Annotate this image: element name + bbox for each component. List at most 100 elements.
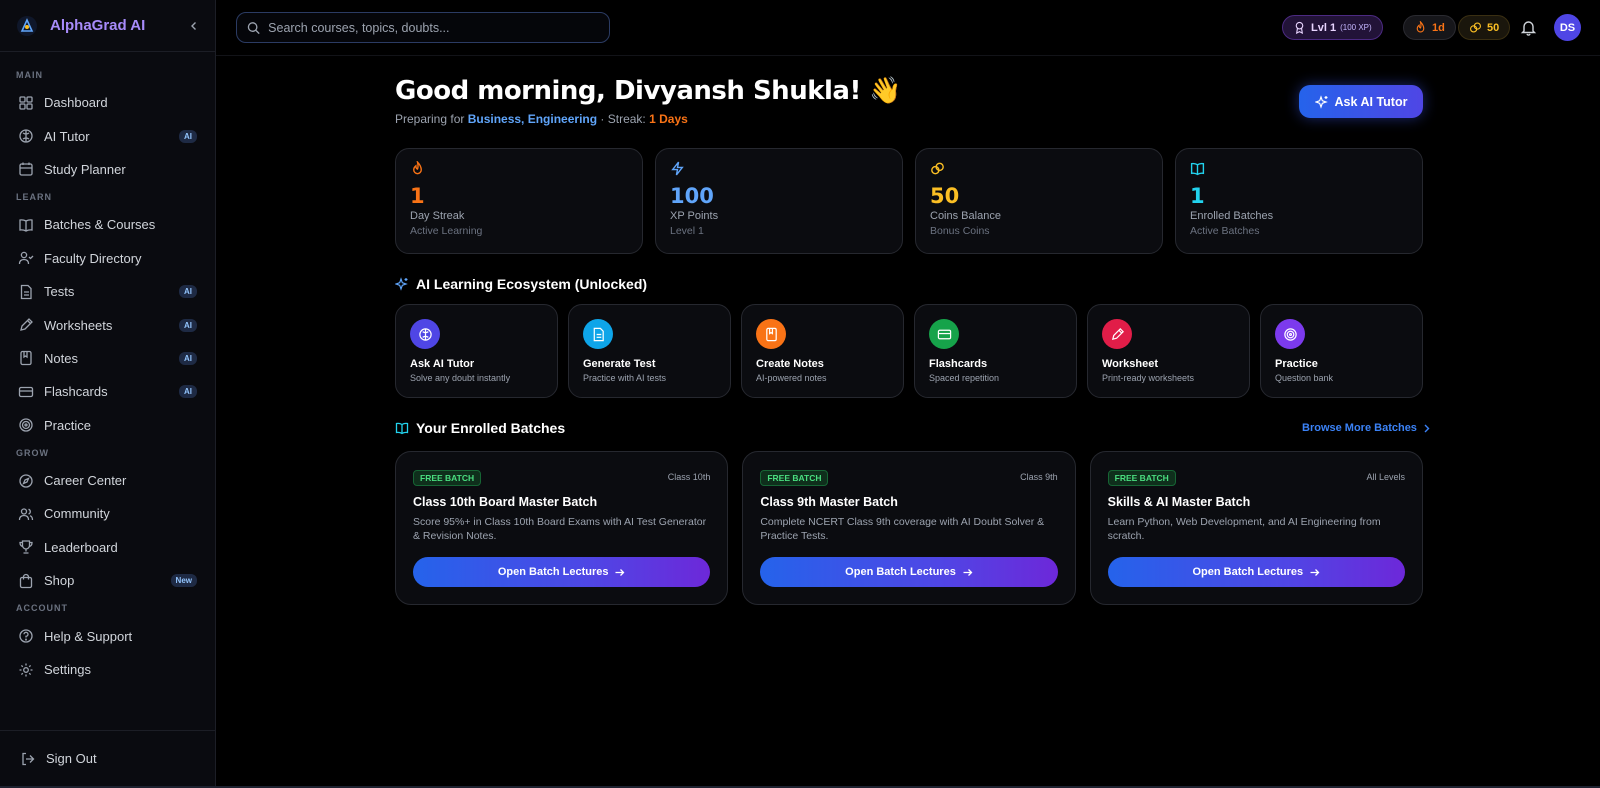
coins-badge[interactable]: 50 [1458,15,1511,40]
tool-title: Ask AI Tutor [410,358,475,370]
browse-label: Browse More Batches [1302,422,1417,434]
bell-icon[interactable] [1520,19,1537,36]
browse-more-batches-link[interactable]: Browse More Batches [1302,422,1432,434]
open-batch-lectures-button[interactable]: Open Batch Lectures [413,557,711,587]
sidebar-item-leaderboard[interactable]: Leaderboard [0,531,215,564]
sidebar-item-label: Dashboard [44,95,108,111]
stat-label: Day Streak [410,210,465,222]
sidebar-item-batches[interactable]: Batches & Courses [0,208,215,241]
coins-value: 50 [1487,21,1500,34]
greeting-subtitle: Preparing for Business, Engineering · St… [395,112,688,126]
sign-out-label: Sign Out [46,751,97,766]
level-badge[interactable]: Lvl 1 (100 XP) [1282,15,1383,40]
stat-value: 100 [670,184,714,208]
sidebar-item-shop[interactable]: Shop New [0,564,215,597]
sidebar-item-label: Leaderboard [44,539,118,555]
tool-title: Practice [1275,358,1318,370]
open-batch-lectures-button[interactable]: Open Batch Lectures [760,557,1058,587]
sidebar-item-study-planner[interactable]: Study Planner [0,153,215,186]
tool-card-worksheet[interactable]: Worksheet Print-ready worksheets [1087,304,1250,398]
tool-icon-circle [929,319,959,349]
tool-desc: Practice with AI tests [583,373,667,383]
ask-ai-tutor-button[interactable]: Ask AI Tutor [1299,85,1423,118]
sidebar-item-label: Practice [44,417,91,433]
arrow-right-icon [615,568,625,576]
sidebar-item-label: Community [44,506,110,522]
stat-sub: Level 1 [670,225,704,237]
sidebar-item-dashboard[interactable]: Dashboard [0,86,215,119]
open-batch-lectures-button[interactable]: Open Batch Lectures [1107,557,1405,587]
batches-row: FREE BATCH Class 10th Class 10th Board M… [395,451,1423,605]
tool-icon-circle [1102,319,1132,349]
sidebar-item-career[interactable]: Career Center [0,464,215,497]
stat-sub: Active Learning [410,225,483,237]
tool-card-practice[interactable]: Practice Question bank [1260,304,1423,398]
search-icon [247,21,260,34]
sidebar-item-label: Tests [44,284,75,300]
stat-label: Enrolled Batches [1190,210,1274,222]
preparing-prefix: Preparing for [395,112,468,126]
stat-value: 50 [930,184,960,208]
open-book-icon [395,422,409,435]
sparkles-icon [1314,94,1328,109]
coins-icon [1470,22,1481,33]
ai-badge: AI [179,385,197,399]
open-book-icon [19,219,33,232]
ai-badge: AI [179,318,197,332]
open-button-label: Open Batch Lectures [497,566,609,578]
ai-badge: AI [179,129,197,143]
grid-icon [19,96,33,110]
sidebar-item-settings[interactable]: Settings [0,653,215,686]
tool-card-generate-test[interactable]: Generate Test Practice with AI tests [568,304,731,398]
batches-heading: Your Enrolled Batches [395,420,565,436]
streak-badge[interactable]: 1d [1403,15,1456,40]
tool-card-create-notes[interactable]: Create Notes AI-powered notes [741,304,904,398]
sidebar-item-label: Settings [44,662,91,678]
search-box[interactable] [236,12,610,43]
nav-section-account: ACCOUNT [16,603,68,614]
sidebar-item-tests[interactable]: Tests AI [0,275,215,308]
sidebar-item-help[interactable]: Help & Support [0,619,215,652]
stat-value: 1 [1190,184,1205,208]
sidebar-item-faculty[interactable]: Faculty Directory [0,242,215,275]
tool-card-flashcards[interactable]: Flashcards Spaced repetition [914,304,1077,398]
nav-section-grow: GROW [16,447,49,458]
sidebar-item-notes[interactable]: Notes AI [0,342,215,375]
ai-badge: AI [179,351,197,365]
sidebar-item-worksheets[interactable]: Worksheets AI [0,308,215,341]
pen-icon [20,318,33,331]
free-batch-badge: FREE BATCH [760,470,829,486]
logo-icon [17,15,37,36]
sidebar-item-ai-tutor[interactable]: AI Tutor AI [0,119,215,152]
batch-title: Skills & AI Master Batch [1107,495,1251,509]
batches-title: Your Enrolled Batches [416,420,566,436]
bolt-icon [671,161,684,176]
sidebar-item-label: Worksheets [44,317,113,333]
free-batch-badge: FREE BATCH [413,470,482,486]
user-check-icon [18,252,34,265]
avatar[interactable]: DS [1554,14,1581,41]
sidebar-item-label: Study Planner [44,161,126,177]
arrow-right-icon [1310,568,1320,576]
sidebar-item-community[interactable]: Community [0,497,215,530]
tool-card-ask-ai-tutor[interactable]: Ask AI Tutor Solve any doubt instantly [395,304,558,398]
document-icon [20,284,32,299]
sidebar-item-flashcards[interactable]: Flashcards AI [0,375,215,408]
sign-out-button[interactable]: Sign Out [0,730,215,786]
brand-header: AlphaGrad AI [0,0,215,52]
pen-icon [1111,327,1124,340]
trophy-icon [19,540,33,555]
card-icon [18,386,34,397]
book-icon [1190,162,1205,176]
target-icon [19,418,33,432]
page-title: Good morning, Divyansh Shukla! 👋 [395,76,902,106]
collapse-sidebar-icon[interactable] [189,21,199,31]
sidebar-item-practice[interactable]: Practice [0,409,215,442]
sidebar-item-label: Batches & Courses [44,217,156,233]
compass-icon [19,473,33,488]
stat-label: Coins Balance [930,210,1001,222]
search-input[interactable] [268,20,599,35]
sidebar-item-label: Help & Support [44,628,133,644]
tool-icon-circle [410,319,440,349]
stats-row: 1 Day Streak Active Learning 100 XP Poin… [395,148,1423,254]
